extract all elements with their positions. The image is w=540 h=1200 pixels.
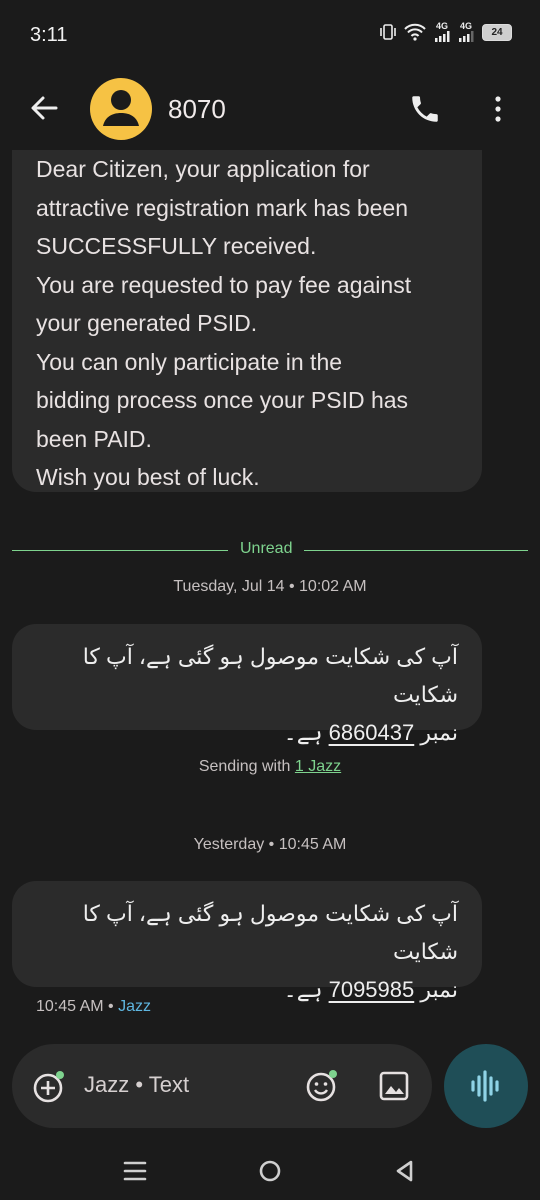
battery-icon: 24 — [482, 23, 512, 41]
message-line: been PAID. — [36, 425, 152, 452]
complaint-number-link[interactable]: 7095985 — [329, 977, 415, 1002]
unread-divider: Unread — [12, 538, 528, 562]
message-line: SUCCESSFULLY received. — [36, 233, 317, 259]
phone-icon[interactable] — [408, 92, 442, 126]
message-line: You are requested to pay fee against — [36, 271, 412, 298]
message-line: your generated PSID. — [36, 310, 258, 336]
message-bubble[interactable]: Dear Citizen, your application for attra… — [12, 150, 482, 492]
back-arrow-icon[interactable] — [26, 90, 62, 126]
divider-line — [12, 550, 228, 551]
wifi-icon — [404, 23, 426, 41]
gallery-icon[interactable] — [378, 1070, 410, 1102]
voice-message-button[interactable] — [444, 1044, 528, 1128]
message-line: Dear Citizen, your application for — [36, 156, 370, 182]
message-line: Wish you best of luck. — [36, 464, 260, 490]
message-thread: Dear Citizen, your application for attra… — [0, 150, 540, 1030]
waveform-icon — [471, 1070, 499, 1102]
sim-label: Jazz — [118, 998, 152, 1015]
back-nav-icon[interactable] — [390, 1156, 420, 1186]
contact-name[interactable]: 8070 — [168, 94, 226, 125]
more-options-icon[interactable] — [486, 94, 510, 124]
recent-apps-icon[interactable] — [120, 1156, 150, 1186]
status-bar: 3:11 4G 4G 24 — [0, 0, 540, 70]
timestamp: Yesterday • 10:45 AM — [193, 836, 347, 853]
add-attachment-icon[interactable] — [32, 1070, 66, 1104]
signal-icon — [435, 31, 450, 42]
message-line: آپ کی شکایت موصول ہو گئی ہے، آپ کا شکایت — [82, 644, 458, 707]
emoji-icon[interactable] — [304, 1068, 340, 1104]
status-icons: 4G 4G 24 — [380, 22, 512, 42]
status-time: 3:11 — [30, 24, 68, 46]
message-line: attractive registration mark has been — [36, 194, 409, 221]
app-bar: 8070 — [0, 70, 540, 148]
message-meta: 10:45 AM • Jazz — [36, 998, 152, 1015]
sending-sim-info: Sending with 1 Jazz — [198, 758, 342, 775]
vibrate-icon — [380, 24, 396, 40]
cell-signal-2: 4G — [458, 22, 474, 42]
message-bubble[interactable]: آپ کی شکایت موصول ہو گئی ہے، آپ کا شکایت… — [12, 881, 482, 1002]
message-line: You can only participate in the — [36, 348, 343, 375]
timestamp: Tuesday, Jul 14 • 10:02 AM — [173, 578, 367, 595]
person-icon — [103, 90, 139, 126]
unread-label: Unread — [240, 540, 293, 557]
home-icon[interactable] — [255, 1156, 285, 1186]
message-input-placeholder[interactable]: Jazz • Text — [84, 1072, 189, 1098]
cell-signal-1: 4G — [434, 22, 450, 42]
system-nav-bar — [0, 1138, 540, 1200]
message-line: نمبر 6860437 ہے۔ — [283, 720, 458, 745]
message-line: bidding process once your PSID has — [36, 387, 409, 413]
divider-line — [304, 550, 528, 551]
signal-icon — [459, 31, 474, 42]
message-line: آپ کی شکایت موصول ہو گئی ہے، آپ کا شکایت — [82, 901, 458, 964]
complaint-number-link[interactable]: 6860437 — [329, 720, 415, 745]
avatar[interactable] — [90, 78, 152, 140]
compose-bar[interactable]: Jazz • Text — [12, 1044, 432, 1128]
sim-select-link[interactable]: 1 Jazz — [295, 758, 341, 775]
message-bubble[interactable]: آپ کی شکایت موصول ہو گئی ہے، آپ کا شکایت… — [12, 624, 482, 745]
